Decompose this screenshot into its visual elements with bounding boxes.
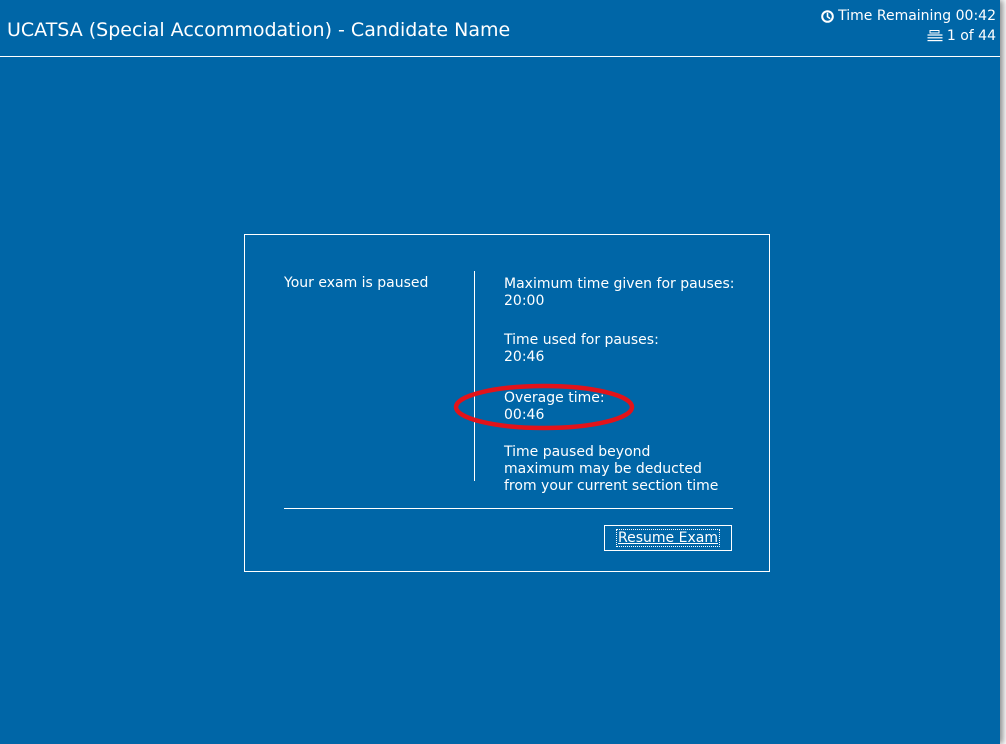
title-bar: UCATSA (Special Accommodation) - Candida…	[0, 0, 1000, 57]
max-pause-label: Maximum time given for pauses:	[504, 276, 735, 292]
overage-info: Overage time: 00:46	[504, 390, 605, 424]
question-counter: 1 of 44	[927, 28, 996, 44]
max-pause-info: Maximum time given for pauses: 20:00	[504, 276, 734, 310]
note-line-3: from your current section time	[504, 478, 719, 494]
exam-window: UCATSA (Special Accommodation) - Candida…	[0, 0, 1000, 744]
note-line-2: maximum may be deducted	[504, 461, 702, 477]
horizontal-divider	[284, 508, 733, 509]
pause-dialog: Your exam is paused Maximum time given f…	[244, 234, 770, 572]
used-pause-info: Time used for pauses: 20:46	[504, 332, 659, 366]
exam-title: UCATSA (Special Accommodation) - Candida…	[7, 19, 511, 41]
overage-value: 00:46	[504, 407, 545, 423]
paused-status: Your exam is paused	[284, 275, 429, 291]
resume-exam-button[interactable]: Resume Exam	[604, 525, 732, 551]
resume-exam-label: Resume Exam	[616, 529, 720, 547]
note-line-1: Time paused beyond	[504, 444, 651, 460]
max-pause-value: 20:00	[504, 293, 545, 309]
used-pause-label: Time used for pauses:	[504, 332, 659, 348]
clock-icon	[821, 9, 834, 23]
time-remaining-text: Time Remaining 00:42	[838, 8, 996, 24]
question-list-icon	[927, 30, 943, 42]
pause-deduction-note: Time paused beyond maximum may be deduct…	[504, 444, 718, 495]
vertical-divider	[474, 271, 475, 481]
time-remaining: Time Remaining 00:42	[821, 8, 996, 24]
question-counter-text: 1 of 44	[946, 28, 996, 44]
used-pause-value: 20:46	[504, 349, 545, 365]
overage-label: Overage time:	[504, 390, 605, 406]
